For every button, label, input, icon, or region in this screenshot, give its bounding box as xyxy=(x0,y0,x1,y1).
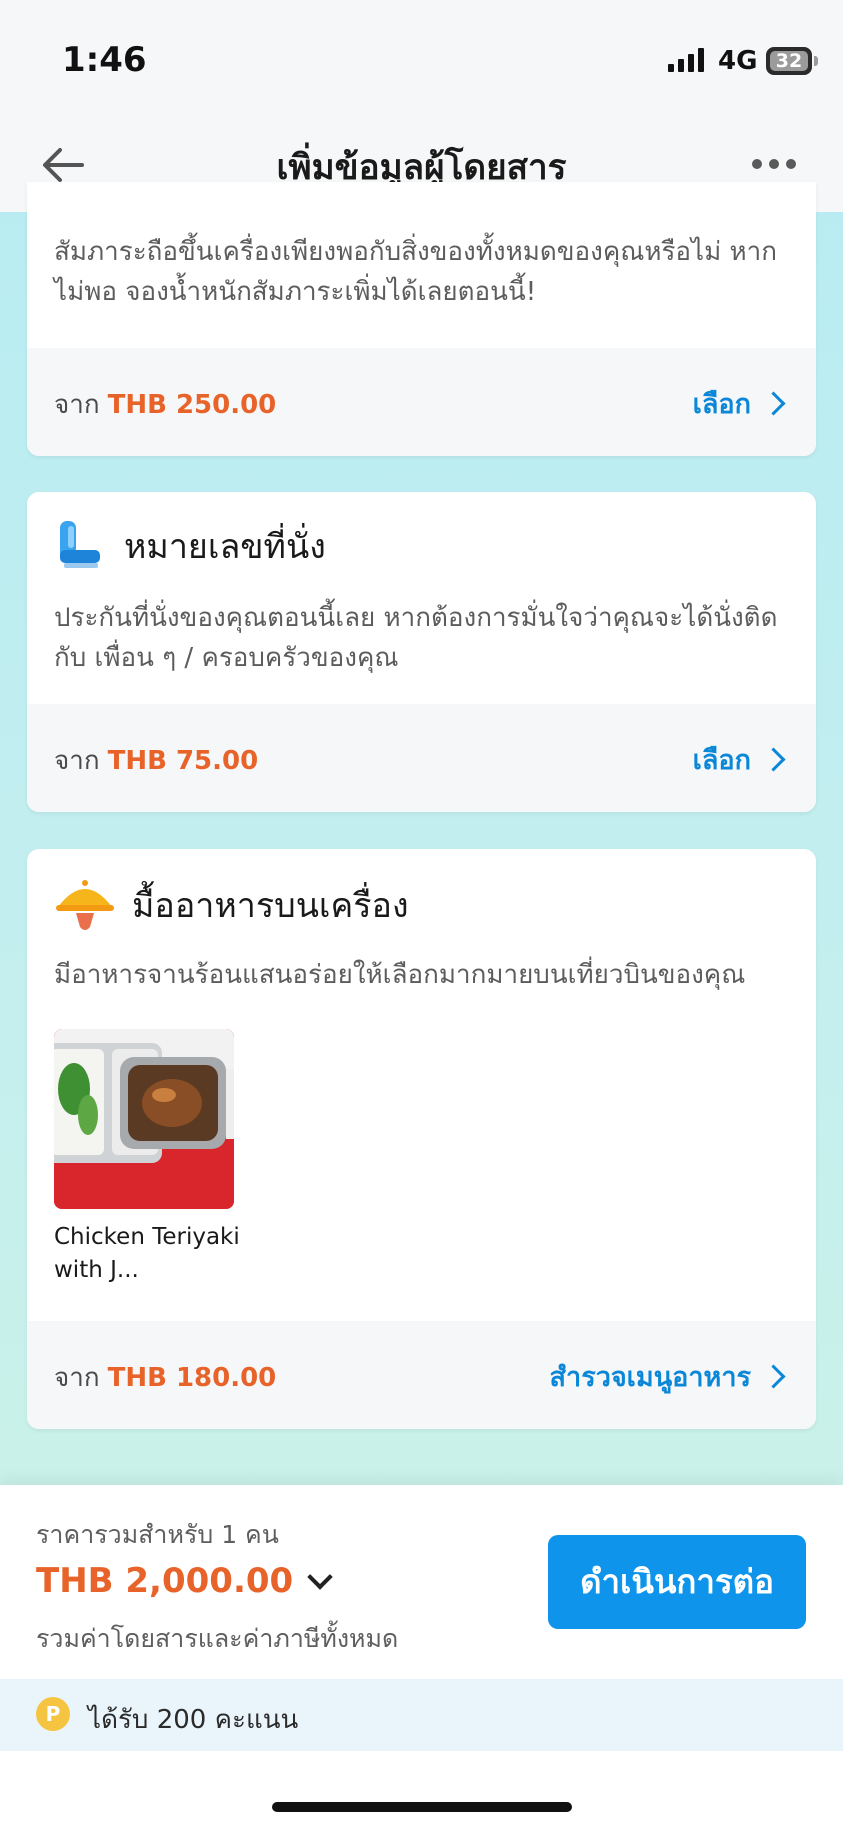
seat-select-button[interactable]: เลือก xyxy=(693,738,788,781)
meal-header: มื้ออาหารบนเครื่อง xyxy=(54,875,409,935)
baggage-footer: จาก THB 250.00 เลือก xyxy=(27,348,816,456)
more-dot-icon xyxy=(769,159,779,169)
seat-header: หมายเลขที่นั่ง xyxy=(54,518,326,574)
select-label: เลือก xyxy=(692,389,751,420)
points-banner: P ได้รับ 200 คะแนน xyxy=(0,1679,843,1751)
status-time: 1:46 xyxy=(62,40,147,80)
meal-card: มื้ออาหารบนเครื่อง มีอาหารจานร้อนแสนอร่อ… xyxy=(27,849,816,1429)
meal-price: จาก THB 180.00 xyxy=(54,1357,276,1398)
chevron-right-icon xyxy=(761,747,786,772)
meal-item-name: Chicken Teriyaki with J... xyxy=(54,1224,240,1283)
seat-footer: จาก THB 75.00 เลือก xyxy=(27,704,816,812)
chevron-down-icon xyxy=(307,1564,333,1590)
price-prefix: จาก xyxy=(54,1363,100,1393)
baggage-description: สัมภาระถือขึ้นเครื่องเพียงพอกับสิ่งของทั… xyxy=(54,237,778,307)
meal-cloche-icon xyxy=(56,880,114,930)
total-price-toggle[interactable]: THB 2,000.00 xyxy=(36,1561,333,1601)
seat-description: ประกันที่นั่งของคุณตอนนี้เลย หากต้องการม… xyxy=(54,603,778,673)
status-bar: 1:46 4G 32 xyxy=(0,0,843,118)
meal-photo xyxy=(54,1029,234,1209)
seat-price: จาก THB 75.00 xyxy=(54,740,258,781)
price-prefix: จาก xyxy=(54,746,100,776)
price-amount: THB 180.00 xyxy=(107,1363,277,1393)
baggage-card: สัมภาระถือขึ้นเครื่องเพียงพอกับสิ่งของทั… xyxy=(27,182,816,456)
points-text: ได้รับ 200 คะแนน xyxy=(88,1705,299,1735)
total-price: THB 2,000.00 xyxy=(36,1561,294,1601)
signal-icon xyxy=(668,48,704,72)
more-options-button[interactable] xyxy=(752,152,806,176)
meal-description: มีอาหารจานร้อนแสนอร่อยให้เลือกมากมายบนเท… xyxy=(54,960,746,990)
total-note: รวมค่าโดยสารและค่าภาษีทั้งหมด xyxy=(36,1624,399,1653)
price-prefix: จาก xyxy=(54,390,100,420)
chevron-right-icon xyxy=(761,391,786,416)
explore-menu-button[interactable]: สำรวจเมนูอาหาร xyxy=(550,1355,788,1398)
baggage-select-button[interactable]: เลือก xyxy=(693,382,788,425)
price-amount: THB 75.00 xyxy=(107,746,259,776)
meal-footer: จาก THB 180.00 สำรวจเมนูอาหาร xyxy=(27,1321,816,1429)
home-indicator[interactable] xyxy=(272,1802,572,1812)
seat-icon xyxy=(60,521,100,568)
points-coin-icon: P xyxy=(36,1697,70,1731)
battery-level: 32 xyxy=(775,50,803,72)
chevron-right-icon xyxy=(761,1364,786,1389)
select-label: เลือก xyxy=(692,745,751,776)
price-amount: THB 250.00 xyxy=(107,390,277,420)
meal-item-image[interactable] xyxy=(54,1029,234,1209)
meal-title: มื้ออาหารบนเครื่อง xyxy=(132,886,409,926)
explore-menu-label: สำรวจเมนูอาหาร xyxy=(549,1362,751,1393)
continue-button[interactable]: ดำเนินการต่อ xyxy=(548,1535,806,1629)
price-summary-bar: ราคารวมสำหรับ 1 คน THB 2,000.00 รวมค่าโด… xyxy=(0,1485,843,1679)
more-dot-icon xyxy=(786,159,796,169)
network-type: 4G xyxy=(718,46,758,76)
battery-icon: 32 xyxy=(766,47,818,75)
home-area xyxy=(0,1751,843,1827)
total-label: ราคารวมสำหรับ 1 คน xyxy=(36,1520,279,1549)
more-dot-icon xyxy=(752,159,762,169)
baggage-price: จาก THB 250.00 xyxy=(54,384,276,425)
seat-title: หมายเลขที่นั่ง xyxy=(124,527,326,567)
seat-card: หมายเลขที่นั่ง ประกันที่นั่งของคุณตอนนี้… xyxy=(27,492,816,812)
